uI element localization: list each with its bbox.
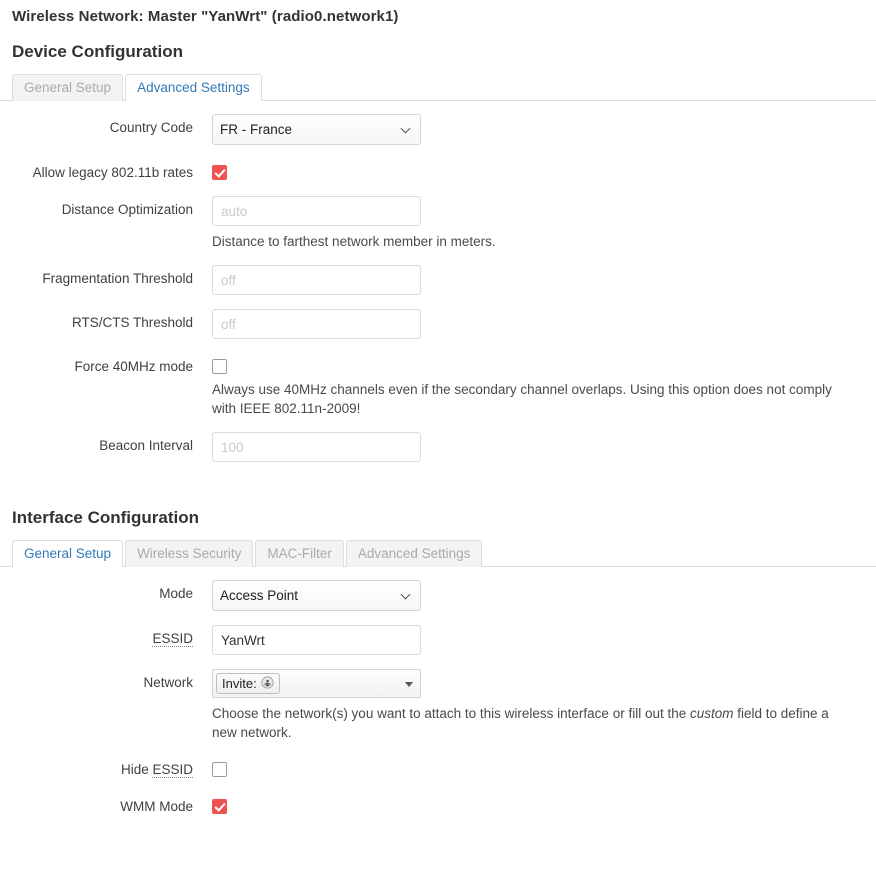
control-force-40mhz: Always use 40MHz channels even if the se… [193,353,876,418]
label-force-40mhz: Force 40MHz mode [74,359,193,374]
tab-interface-general-setup[interactable]: General Setup [12,540,124,567]
device-configuration-form: Country Code FR - France Allow legacy 80… [0,101,876,469]
tab-device-advanced-settings[interactable]: Advanced Settings [125,74,262,101]
row-country-code: Country Code FR - France [0,107,876,152]
label-essid: ESSID [0,625,193,648]
control-country-code: FR - France [193,114,876,145]
label-country-code: Country Code [109,120,193,135]
beacon-interval-input[interactable] [212,432,421,462]
row-wmm-mode: WMM Mode [0,786,876,823]
control-essid [193,625,876,655]
country-code-select-wrapper: FR - France [212,114,421,145]
row-force-40mhz: Force 40MHz mode Always use 40MHz channe… [0,346,876,425]
label-network: Network [143,675,193,690]
mode-select-wrapper: Access Point [212,580,421,611]
interface-configuration-heading: Interface Configuration [12,508,200,527]
distance-optimization-input[interactable] [212,196,421,226]
control-fragmentation-threshold [193,265,876,295]
device-configuration-heading: Device Configuration [12,42,183,61]
label-beacon-interval: Beacon Interval [99,438,193,453]
control-distance-optimization: Distance to farthest network member in m… [193,196,876,251]
label-mode: Mode [159,586,193,601]
label-rts-cts-threshold: RTS/CTS Threshold [71,315,193,330]
help-distance-optimization: Distance to farthest network member in m… [212,234,496,249]
wireless-network-icon [261,675,274,692]
control-hide-essid [193,756,876,777]
control-allow-legacy-rates [193,159,876,180]
mode-select[interactable]: Access Point [212,580,421,611]
help-force-40mhz: Always use 40MHz channels even if the se… [212,382,832,416]
rts-cts-threshold-input[interactable] [212,309,421,339]
control-beacon-interval [193,432,876,462]
checkbox-wmm-mode[interactable] [212,799,227,814]
row-hide-essid: Hide ESSID [0,749,876,786]
tab-interface-wireless-security[interactable]: Wireless Security [125,540,254,567]
help-network-before: Choose the network(s) you want to attach… [212,706,690,721]
label-wmm-mode: WMM Mode [120,799,193,814]
fragmentation-threshold-input[interactable] [212,265,421,295]
label-fragmentation-threshold: Fragmentation Threshold [42,271,193,286]
row-fragmentation-threshold: Fragmentation Threshold [0,258,876,302]
help-network-emphasis: custom [689,706,734,721]
row-distance-optimization: Distance Optimization Distance to farthe… [0,189,876,258]
network-token-label: Invite: [222,676,257,691]
essid-abbr: ESSID [152,631,193,647]
tab-interface-mac-filter[interactable]: MAC-Filter [255,540,344,567]
label-allow-legacy-rates: Allow legacy 802.11b rates [32,165,193,180]
control-network: Invite: Choose the network(s) you want t… [193,669,876,742]
row-essid: ESSID [0,618,876,662]
network-token-invite[interactable]: Invite: [216,673,280,694]
country-code-select[interactable]: FR - France [212,114,421,145]
help-network: Choose the network(s) you want to attach… [212,698,857,742]
control-rts-cts-threshold [193,309,876,339]
row-mode: Mode Access Point [0,573,876,618]
interface-configuration-form: Mode Access Point ESSID Network [0,567,876,823]
device-configuration-tabs: General Setup Advanced Settings [0,74,876,101]
row-allow-legacy-rates: Allow legacy 802.11b rates [0,152,876,189]
hide-essid-prefix: Hide [120,762,153,777]
checkbox-force-40mhz[interactable] [212,359,227,374]
tab-device-general-setup[interactable]: General Setup [12,74,124,101]
essid-input[interactable] [212,625,421,655]
network-multiselect[interactable]: Invite: [212,669,421,698]
control-wmm-mode [193,793,876,814]
page-title: Wireless Network: Master "YanWrt" (radio… [12,8,399,25]
row-beacon-interval: Beacon Interval [0,425,876,469]
row-network: Network Invite: Choose the network(s) yo… [0,662,876,749]
wireless-config-page: Wireless Network: Master "YanWrt" (radio… [0,0,876,873]
control-mode: Access Point [193,580,876,611]
interface-configuration-tabs: General Setup Wireless Security MAC-Filt… [0,540,876,567]
triangle-down-icon [405,682,413,687]
checkbox-hide-essid[interactable] [212,762,227,777]
checkbox-allow-legacy-rates[interactable] [212,165,227,180]
label-distance-optimization: Distance Optimization [61,202,193,217]
label-hide-essid: Hide ESSID [0,756,193,779]
row-rts-cts-threshold: RTS/CTS Threshold [0,302,876,346]
tab-interface-advanced-settings[interactable]: Advanced Settings [345,540,483,567]
hide-essid-abbr: ESSID [152,762,193,778]
